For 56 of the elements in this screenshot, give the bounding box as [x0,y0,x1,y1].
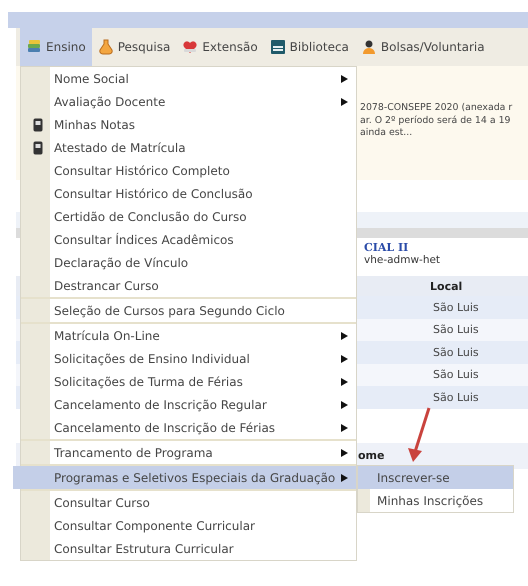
notice-text: 2078-CONSEPE 2020 (anexada r [360,102,514,114]
menu-item[interactable]: Atestado de Matrícula [21,136,356,159]
column-header: ome [358,449,384,462]
submenu-arrow-icon [341,474,348,482]
menu-item[interactable]: Certidão de Conclusão do Curso [21,205,356,228]
menu-item[interactable]: Consultar Curso [21,491,356,514]
device-icon [32,118,42,132]
menu-item[interactable]: Consultar Histórico de Conclusão [21,182,356,205]
menu-item[interactable]: Cancelamento de Inscrição de Férias [21,416,356,439]
menu-item[interactable]: Minhas Notas [21,113,356,136]
course-title: CIAL II [364,241,410,254]
menu-item[interactable]: Programas e Seletivos Especiais da Graduação [13,466,356,489]
menu-bar-item[interactable]: Ensino [20,28,92,66]
menu-bar-item[interactable]: Biblioteca [264,28,355,66]
course-code: vhe-admw-het [364,254,442,267]
books-icon [26,39,42,55]
person-icon [360,39,377,55]
menu-item[interactable]: Matrícula On-Line [21,324,356,347]
menu-item[interactable]: Solicitações de Ensino Individual [21,347,356,370]
table-cell: São Luis [433,323,479,336]
device-icon [32,140,42,154]
menu-item[interactable]: Avaliação Docente [21,90,356,113]
menu-item[interactable]: Declaração de Vínculo [21,251,356,274]
book-icon [270,39,286,55]
menu-item[interactable]: Destrancar Curso [21,274,356,297]
table-cell: São Luis [433,390,479,404]
table-cell: São Luis [433,368,479,382]
table-cell: São Luis [433,346,479,359]
menu-bar-item[interactable]: Pesquisa [92,28,176,66]
menu-item[interactable]: Seleção de Cursos para Segundo Ciclo [21,299,356,322]
submenu-item[interactable]: Minhas Inscrições [358,489,513,512]
menu-item[interactable]: Consultar Índices Acadêmicos [21,228,356,251]
submenu-arrow-icon [341,98,348,106]
flask-icon [98,39,114,55]
submenu-arrow-icon [341,354,348,362]
submenu-arrow-icon [341,74,348,82]
submenu-arrow-icon [341,448,348,456]
heart-icon [182,39,198,55]
submenu-arrow-icon [341,424,348,432]
column-header: Local [430,280,462,292]
notice-text: ar. O 2º período será de 14 a 19 [360,114,512,127]
notice-text: ainda est... [360,127,414,140]
table-cell: São Luis [433,300,479,314]
submenu-item[interactable]: Inscrever-se [358,466,513,489]
menu-bar-item[interactable]: Extensão [176,28,264,66]
menu-item[interactable]: Nome Social [21,67,356,90]
menu-bar-item[interactable]: Bolsas/Voluntaria [354,28,491,66]
submenu-arrow-icon [341,378,348,386]
menu-item[interactable]: Consultar Histórico Completo [21,159,356,182]
menu-item[interactable]: Consultar Estrutura Curricular [21,537,356,560]
menu-item[interactable]: Solicitações de Turma de Férias [21,370,356,393]
submenu-arrow-icon [341,332,348,340]
menu-item[interactable]: Trancamento de Programa [21,441,356,464]
menu-item[interactable]: Cancelamento de Inscrição Regular [21,393,356,416]
menu-item[interactable]: Consultar Componente Curricular [21,514,356,537]
submenu-arrow-icon [341,400,348,408]
